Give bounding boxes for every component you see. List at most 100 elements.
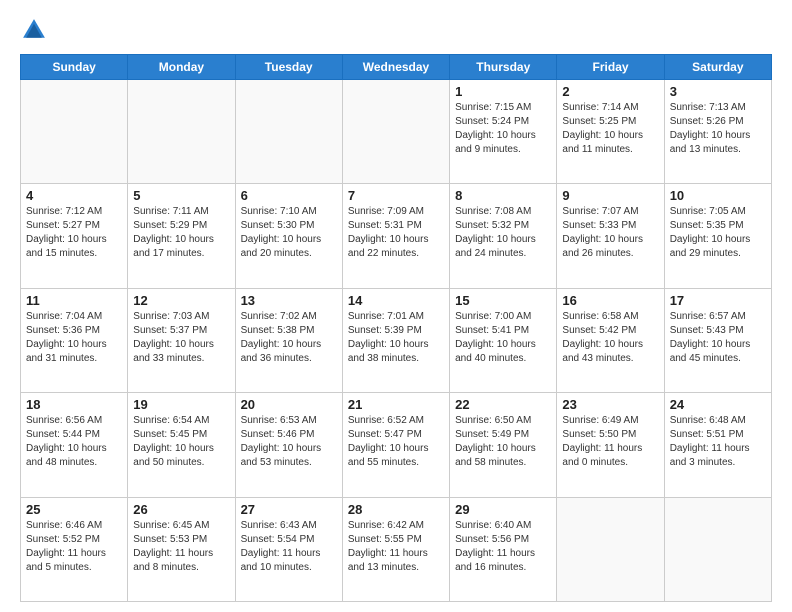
day-info: Sunrise: 7:12 AM Sunset: 5:27 PM Dayligh… <box>26 205 122 261</box>
calendar-cell: 17 Sunrise: 6:57 AM Sunset: 5:43 PM Dayli… <box>664 288 771 392</box>
calendar-cell <box>21 80 128 184</box>
calendar-cell: 14 Sunrise: 7:01 AM Sunset: 5:39 PM Dayli… <box>342 288 449 392</box>
day-info: Sunrise: 6:57 AM Sunset: 5:43 PM Dayligh… <box>670 310 766 366</box>
day-number: 26 <box>133 502 229 517</box>
day-number: 23 <box>562 397 658 412</box>
calendar-cell <box>128 80 235 184</box>
weekday-friday: Friday <box>557 55 664 80</box>
day-info: Sunrise: 7:08 AM Sunset: 5:32 PM Dayligh… <box>455 205 551 261</box>
day-number: 24 <box>670 397 766 412</box>
day-info: Sunrise: 7:05 AM Sunset: 5:35 PM Dayligh… <box>670 205 766 261</box>
week-row-4: 18Sunrise: 6:56 AM Sunset: 5:44 PM Dayli… <box>21 393 772 497</box>
day-number: 12 <box>133 293 229 308</box>
weekday-tuesday: Tuesday <box>235 55 342 80</box>
calendar-cell: 15 Sunrise: 7:00 AM Sunset: 5:41 PM Dayli… <box>450 288 557 392</box>
day-number: 7 <box>348 188 444 203</box>
day-number: 9 <box>562 188 658 203</box>
day-info: Sunrise: 7:11 AM Sunset: 5:29 PM Dayligh… <box>133 205 229 261</box>
calendar-cell <box>235 80 342 184</box>
day-info: Sunrise: 7:14 AM Sunset: 5:25 PM Dayligh… <box>562 101 658 157</box>
calendar-cell: 20Sunrise: 6:53 AM Sunset: 5:46 PM Dayli… <box>235 393 342 497</box>
calendar-cell: 23 Sunrise: 6:49 AM Sunset: 5:50 PM Dayli… <box>557 393 664 497</box>
calendar-cell: 16 Sunrise: 6:58 AM Sunset: 5:42 PM Dayli… <box>557 288 664 392</box>
day-info: Sunrise: 6:43 AM Sunset: 5:54 PM Dayligh… <box>241 519 337 575</box>
day-number: 11 <box>26 293 122 308</box>
day-info: Sunrise: 7:09 AM Sunset: 5:31 PM Dayligh… <box>348 205 444 261</box>
weekday-saturday: Saturday <box>664 55 771 80</box>
day-number: 28 <box>348 502 444 517</box>
weekday-thursday: Thursday <box>450 55 557 80</box>
page: SundayMondayTuesdayWednesdayThursdayFrid… <box>0 0 792 612</box>
day-number: 4 <box>26 188 122 203</box>
calendar-cell: 12 Sunrise: 7:03 AM Sunset: 5:37 PM Dayli… <box>128 288 235 392</box>
day-info: Sunrise: 7:07 AM Sunset: 5:33 PM Dayligh… <box>562 205 658 261</box>
calendar-cell: 13 Sunrise: 7:02 AM Sunset: 5:38 PM Dayli… <box>235 288 342 392</box>
day-number: 14 <box>348 293 444 308</box>
day-info: Sunrise: 6:40 AM Sunset: 5:56 PM Dayligh… <box>455 519 551 575</box>
day-number: 16 <box>562 293 658 308</box>
calendar-cell: 26 Sunrise: 6:45 AM Sunset: 5:53 PM Dayli… <box>128 497 235 601</box>
day-info: Sunrise: 6:52 AM Sunset: 5:47 PM Dayligh… <box>348 414 444 470</box>
day-number: 21 <box>348 397 444 412</box>
calendar-cell: 5 Sunrise: 7:11 AM Sunset: 5:29 PM Daylig… <box>128 184 235 288</box>
day-number: 27 <box>241 502 337 517</box>
week-row-1: 1 Sunrise: 7:15 AM Sunset: 5:24 PM Daylig… <box>21 80 772 184</box>
weekday-sunday: Sunday <box>21 55 128 80</box>
day-number: 6 <box>241 188 337 203</box>
logo <box>20 16 52 44</box>
calendar-cell: 3 Sunrise: 7:13 AM Sunset: 5:26 PM Daylig… <box>664 80 771 184</box>
calendar-cell: 28 Sunrise: 6:42 AM Sunset: 5:55 PM Dayli… <box>342 497 449 601</box>
day-info: Sunrise: 7:03 AM Sunset: 5:37 PM Dayligh… <box>133 310 229 366</box>
day-number: 25 <box>26 502 122 517</box>
calendar-cell: 24 Sunrise: 6:48 AM Sunset: 5:51 PM Dayli… <box>664 393 771 497</box>
day-number: 1 <box>455 84 551 99</box>
day-info: Sunrise: 7:15 AM Sunset: 5:24 PM Dayligh… <box>455 101 551 157</box>
calendar-cell: 29 Sunrise: 6:40 AM Sunset: 5:56 PM Dayli… <box>450 497 557 601</box>
day-number: 3 <box>670 84 766 99</box>
day-info: Sunrise: 7:01 AM Sunset: 5:39 PM Dayligh… <box>348 310 444 366</box>
calendar-cell: 21 Sunrise: 6:52 AM Sunset: 5:47 PM Dayli… <box>342 393 449 497</box>
day-number: 15 <box>455 293 551 308</box>
calendar-cell: 4 Sunrise: 7:12 AM Sunset: 5:27 PM Daylig… <box>21 184 128 288</box>
week-row-3: 11 Sunrise: 7:04 AM Sunset: 5:36 PM Dayli… <box>21 288 772 392</box>
day-number: 17 <box>670 293 766 308</box>
calendar-cell <box>664 497 771 601</box>
weekday-monday: Monday <box>128 55 235 80</box>
calendar-cell: 25 Sunrise: 6:46 AM Sunset: 5:52 PM Dayli… <box>21 497 128 601</box>
calendar-table: SundayMondayTuesdayWednesdayThursdayFrid… <box>20 54 772 602</box>
day-number: 20 <box>241 397 337 412</box>
day-info: Sunrise: 7:02 AM Sunset: 5:38 PM Dayligh… <box>241 310 337 366</box>
header <box>20 16 772 44</box>
calendar-cell: 7 Sunrise: 7:09 AM Sunset: 5:31 PM Daylig… <box>342 184 449 288</box>
calendar-cell <box>342 80 449 184</box>
week-row-2: 4 Sunrise: 7:12 AM Sunset: 5:27 PM Daylig… <box>21 184 772 288</box>
day-info: Sunrise: 6:46 AM Sunset: 5:52 PM Dayligh… <box>26 519 122 575</box>
day-info: Sunrise: 7:13 AM Sunset: 5:26 PM Dayligh… <box>670 101 766 157</box>
day-number: 13 <box>241 293 337 308</box>
day-number: 19 <box>133 397 229 412</box>
calendar-cell: 10 Sunrise: 7:05 AM Sunset: 5:35 PM Dayli… <box>664 184 771 288</box>
day-number: 2 <box>562 84 658 99</box>
calendar-cell: 8Sunrise: 7:08 AM Sunset: 5:32 PM Daylig… <box>450 184 557 288</box>
calendar-cell: 11 Sunrise: 7:04 AM Sunset: 5:36 PM Dayli… <box>21 288 128 392</box>
day-number: 5 <box>133 188 229 203</box>
calendar-cell: 18Sunrise: 6:56 AM Sunset: 5:44 PM Dayli… <box>21 393 128 497</box>
day-info: Sunrise: 6:45 AM Sunset: 5:53 PM Dayligh… <box>133 519 229 575</box>
day-number: 10 <box>670 188 766 203</box>
day-info: Sunrise: 7:04 AM Sunset: 5:36 PM Dayligh… <box>26 310 122 366</box>
calendar-cell: 2 Sunrise: 7:14 AM Sunset: 5:25 PM Daylig… <box>557 80 664 184</box>
day-info: Sunrise: 7:10 AM Sunset: 5:30 PM Dayligh… <box>241 205 337 261</box>
day-number: 18 <box>26 397 122 412</box>
calendar-cell: 22Sunrise: 6:50 AM Sunset: 5:49 PM Dayli… <box>450 393 557 497</box>
day-info: Sunrise: 6:49 AM Sunset: 5:50 PM Dayligh… <box>562 414 658 470</box>
day-info: Sunrise: 6:48 AM Sunset: 5:51 PM Dayligh… <box>670 414 766 470</box>
calendar-cell: 1 Sunrise: 7:15 AM Sunset: 5:24 PM Daylig… <box>450 80 557 184</box>
day-number: 22 <box>455 397 551 412</box>
day-info: Sunrise: 6:58 AM Sunset: 5:42 PM Dayligh… <box>562 310 658 366</box>
day-number: 29 <box>455 502 551 517</box>
day-info: Sunrise: 7:00 AM Sunset: 5:41 PM Dayligh… <box>455 310 551 366</box>
day-info: Sunrise: 6:42 AM Sunset: 5:55 PM Dayligh… <box>348 519 444 575</box>
weekday-wednesday: Wednesday <box>342 55 449 80</box>
week-row-5: 25 Sunrise: 6:46 AM Sunset: 5:52 PM Dayli… <box>21 497 772 601</box>
calendar-cell: 6 Sunrise: 7:10 AM Sunset: 5:30 PM Daylig… <box>235 184 342 288</box>
